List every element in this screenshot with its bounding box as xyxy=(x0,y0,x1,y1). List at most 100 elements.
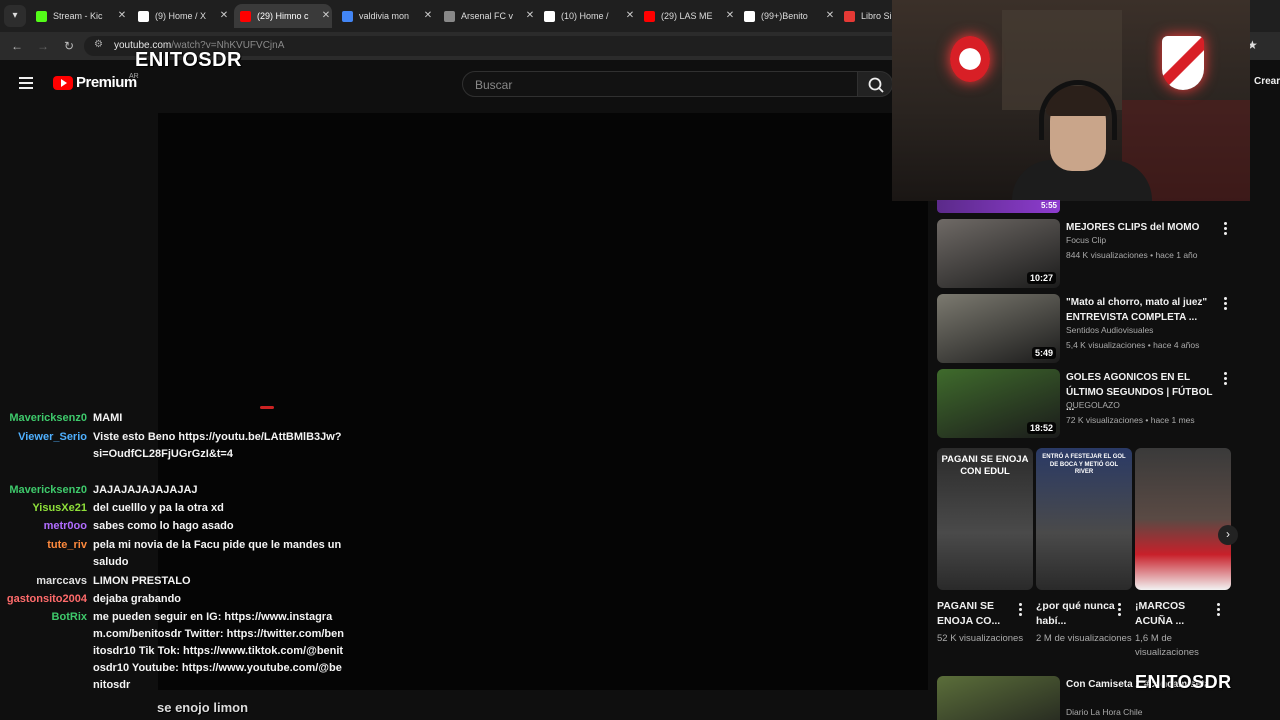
chat-username: marccavs xyxy=(36,575,87,587)
short-title[interactable]: PAGANI SE ENOJA CO... xyxy=(937,599,1019,629)
short-title[interactable]: ¿por qué nunca habí... xyxy=(1036,599,1118,629)
close-tab-icon[interactable]: ✕ xyxy=(824,10,836,21)
watermark-bottom: ENITOSDR xyxy=(1135,672,1232,692)
country-code: AR xyxy=(129,73,139,80)
short-views: 52 K visualizaciones xyxy=(937,633,1024,644)
search-button[interactable] xyxy=(857,71,893,97)
kebab-icon[interactable] xyxy=(1224,222,1228,237)
tab-title: (29) LAS ME xyxy=(661,11,713,21)
browser-tab[interactable]: valdivia mon ✕ xyxy=(336,4,434,28)
short-video[interactable]: ¡MARCOS ACUÑA ... 1,6 M de visualizacione… xyxy=(1135,448,1231,658)
chat-text: dejaba grabando xyxy=(93,593,182,605)
video-thumbnail[interactable]: 10:27 xyxy=(937,219,1060,288)
chat-username: YisusXe21 xyxy=(32,502,87,514)
video-title[interactable]: "Mato al chorro, mato al juez" ENTREVIST… xyxy=(1066,295,1216,325)
browser-tab[interactable]: (99+)Benito ✕ xyxy=(738,4,836,28)
close-tab-icon[interactable]: ✕ xyxy=(422,10,434,21)
video-thumbnail[interactable] xyxy=(937,676,1060,720)
chat-message: BotRix me pueden seguir en IG: https://ww… xyxy=(0,609,360,711)
tab-list-button[interactable]: ▾ xyxy=(4,5,26,27)
player-progress-marker xyxy=(260,406,274,409)
chat-text: JAJAJAJAJAJAJAJ xyxy=(93,484,198,496)
subtitle-caption: se enojo limon xyxy=(157,700,249,715)
tab-favicon-icon xyxy=(342,10,353,22)
close-tab-icon[interactable]: ✕ xyxy=(624,10,636,21)
channel-name[interactable]: QUEGOLAZO xyxy=(1066,400,1120,410)
river-plate-crest-icon xyxy=(1162,36,1204,90)
back-icon[interactable]: ← xyxy=(10,39,24,53)
browser-tab[interactable]: (29) Himno c ✕ xyxy=(234,4,332,28)
chat-username: gastonsito2004 xyxy=(6,593,87,605)
short-thumbnail[interactable]: PAGANI SE ENOJA CON EDUL xyxy=(937,448,1033,590)
close-tab-icon[interactable]: ✕ xyxy=(116,10,128,21)
short-thumbnail[interactable]: ENTRÓ A FESTEJAR EL GOL DE BOCA Y METIÓ … xyxy=(1036,448,1132,590)
kebab-icon[interactable] xyxy=(1118,603,1122,618)
video-meta: 844 K visualizaciones • hace 1 año xyxy=(1066,250,1198,260)
hamburger-icon[interactable] xyxy=(19,77,33,89)
browser-tab[interactable]: Arsenal FC v ✕ xyxy=(438,4,536,28)
reload-icon[interactable]: ↻ xyxy=(62,39,76,53)
chat-text: MAMI xyxy=(93,412,123,424)
chat-username: metr0oo xyxy=(43,520,87,532)
create-button[interactable]: Crear xyxy=(1254,76,1280,87)
video-meta: 5,4 K visualizaciones • hace 4 años xyxy=(1066,340,1200,350)
tab-favicon-icon xyxy=(240,10,251,22)
short-overlay-text: PAGANI SE ENOJA CON EDUL xyxy=(941,454,1029,477)
video-meta: 72 K visualizaciones • hace 1 mes xyxy=(1066,415,1195,425)
chat-message: YisusXe21 del cuelllo y pa la otra xd xyxy=(0,500,360,517)
channel-name[interactable]: Focus Clip xyxy=(1066,235,1106,245)
kebab-icon[interactable] xyxy=(1224,297,1228,312)
browser-tab[interactable]: (9) Home / X ✕ xyxy=(132,4,230,28)
channel-name[interactable]: Diario La Hora Chile xyxy=(1066,707,1143,717)
browser-tab[interactable]: Stream - Kic ✕ xyxy=(30,4,128,28)
short-title[interactable]: ¡MARCOS ACUÑA ... xyxy=(1135,599,1217,629)
chat-message: Viewer_Serio Viste esto Beno https://yout… xyxy=(0,429,360,480)
tab-favicon-icon xyxy=(844,10,855,22)
tab-favicon-icon xyxy=(36,10,47,22)
tab-title: Arsenal FC v xyxy=(461,11,514,21)
brand-premium[interactable]: Premium xyxy=(76,74,137,91)
duration-badge: 5:49 xyxy=(1031,347,1056,359)
close-tab-icon[interactable]: ✕ xyxy=(724,10,736,21)
search-icon xyxy=(868,77,884,93)
close-tab-icon[interactable]: ✕ xyxy=(218,10,230,21)
video-thumbnail[interactable]: 18:52 xyxy=(937,369,1060,438)
tab-favicon-icon xyxy=(644,10,655,22)
duration-badge: 5:55 xyxy=(1040,201,1057,210)
kebab-icon[interactable] xyxy=(1217,603,1221,618)
streamer-webcam xyxy=(892,0,1250,201)
chat-message: gastonsito2004 dejaba grabando xyxy=(0,591,360,608)
video-thumbnail[interactable]: 5:49 xyxy=(937,294,1060,363)
kebab-icon[interactable] xyxy=(1224,372,1228,387)
tab-title: Stream - Kic xyxy=(53,11,103,21)
close-tab-icon[interactable]: ✕ xyxy=(320,10,332,21)
tab-title: valdivia mon xyxy=(359,11,410,21)
channel-name[interactable]: Sentidos Audiovisuales xyxy=(1066,325,1153,335)
chat-username: Mavericksenz0 xyxy=(9,484,87,496)
short-overlay-text: ENTRÓ A FESTEJAR EL GOL DE BOCA Y METIÓ … xyxy=(1042,454,1126,475)
chat-message: metr0oo sabes como lo hago asado xyxy=(0,518,360,535)
short-video[interactable]: ENTRÓ A FESTEJAR EL GOL DE BOCA Y METIÓ … xyxy=(1036,448,1132,644)
search-placeholder: Buscar xyxy=(475,78,513,92)
video-title[interactable]: MEJORES CLIPS del MOMO xyxy=(1066,220,1216,235)
short-views: 1,6 M de visualizaciones xyxy=(1135,633,1199,658)
kebab-icon[interactable] xyxy=(1019,603,1023,618)
browser-tab[interactable]: (29) LAS ME ✕ xyxy=(638,4,736,28)
short-views: 2 M de visualizaciones xyxy=(1036,633,1132,644)
chevron-right-icon[interactable]: › xyxy=(1218,525,1238,545)
tab-favicon-icon xyxy=(444,10,455,22)
short-thumbnail[interactable] xyxy=(1135,448,1231,590)
chat-text: Viste esto Beno https://youtu.be/LAttBMl… xyxy=(93,431,342,460)
tab-title: (10) Home / xyxy=(561,11,609,21)
chat-text: pela mi novia de la Facu pide que le man… xyxy=(93,539,342,568)
close-tab-icon[interactable]: ✕ xyxy=(524,10,536,21)
youtube-logo-icon[interactable] xyxy=(53,76,73,90)
forward-icon[interactable]: → xyxy=(36,39,50,53)
chat-message: tute_riv pela mi novia de la Facu pide qu… xyxy=(0,537,360,571)
short-video[interactable]: PAGANI SE ENOJA CON EDUL PAGANI SE ENOJA … xyxy=(937,448,1033,644)
search-input[interactable]: Buscar xyxy=(462,71,858,97)
site-info-icon[interactable]: ⚙ xyxy=(94,39,103,50)
browser-tab[interactable]: (10) Home / ✕ xyxy=(538,4,636,28)
previous-recommendation-thumb[interactable]: 5:55 xyxy=(937,200,1060,213)
tab-title: (29) Himno c xyxy=(257,11,309,21)
